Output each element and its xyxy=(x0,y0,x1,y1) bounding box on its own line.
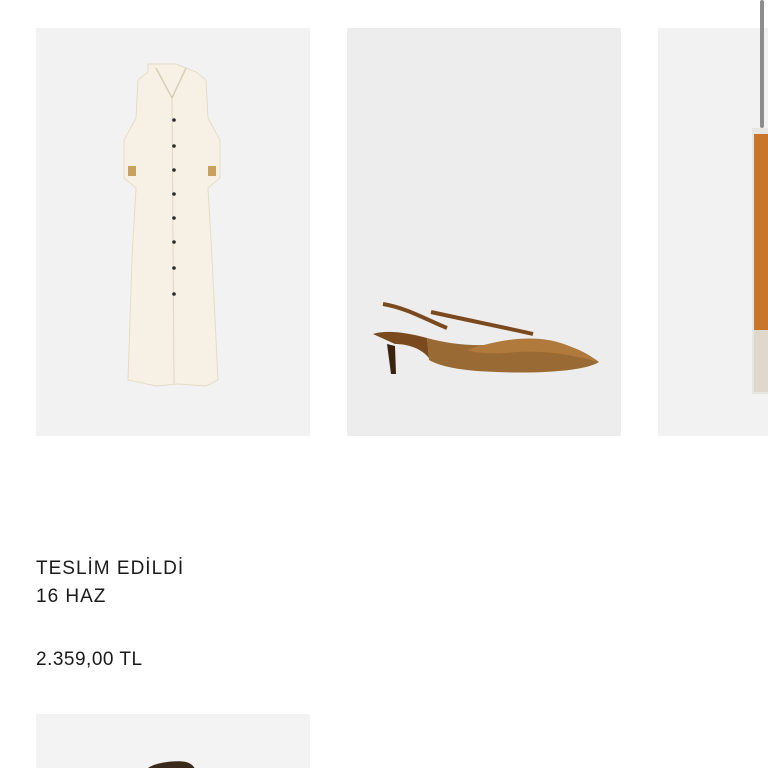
order-detail-page: TESLİM EDİLDİ 16 HAZ 2.359,00 TL xyxy=(0,0,768,768)
order-status: TESLİM EDİLDİ 16 HAZ xyxy=(36,555,184,611)
product-card-shoe[interactable] xyxy=(347,28,621,436)
status-label: TESLİM EDİLDİ xyxy=(36,558,185,579)
next-product-image xyxy=(148,761,195,768)
slingback-shoe-image xyxy=(373,302,599,374)
scroll-indicator[interactable] xyxy=(760,0,764,128)
product-card-dress[interactable] xyxy=(36,28,310,436)
delivery-date: 16 HAZ xyxy=(36,586,107,607)
product-card-next[interactable] xyxy=(36,714,310,768)
product-card-perfume[interactable] xyxy=(658,28,768,436)
order-price: 2.359,00 TL xyxy=(36,649,143,670)
perfume-bottle-image xyxy=(752,128,768,394)
dress-image xyxy=(123,63,221,387)
